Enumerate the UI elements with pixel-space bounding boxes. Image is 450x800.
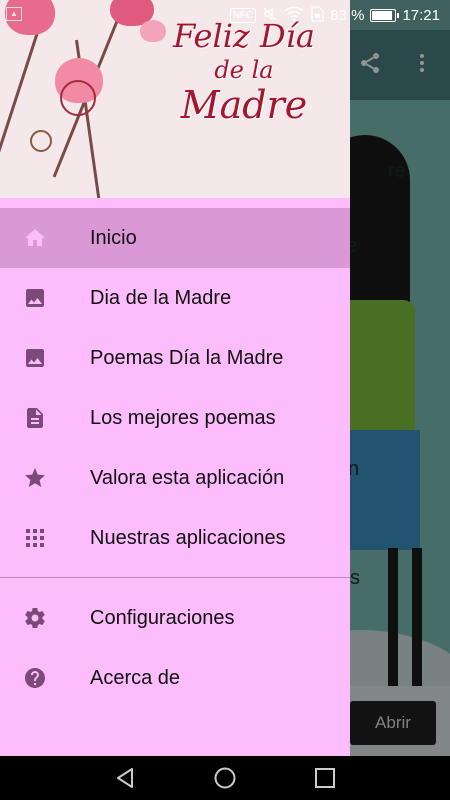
header-title: Feliz Día de la Madre bbox=[164, 20, 324, 124]
image-icon bbox=[22, 345, 48, 371]
recents-icon[interactable] bbox=[313, 766, 337, 790]
star-icon bbox=[22, 465, 48, 491]
menu-item-valora-esta-aplicacion[interactable]: Valora esta aplicación bbox=[0, 448, 350, 508]
menu-item-label: Configuraciones bbox=[90, 607, 235, 629]
apps-grid-icon bbox=[22, 525, 48, 551]
menu-item-dia-de-la-madre[interactable]: Dia de la Madre bbox=[0, 268, 350, 328]
image-icon bbox=[22, 285, 48, 311]
menu-item-nuestras-aplicaciones[interactable]: Nuestras aplicaciones bbox=[0, 508, 350, 568]
drawer-menu: Inicio Dia de la Madre Poemas Día la Mad… bbox=[0, 208, 350, 708]
header-title-line: de la bbox=[214, 56, 274, 84]
menu-item-label: Dia de la Madre bbox=[90, 287, 232, 309]
menu-item-label: Valora esta aplicación bbox=[90, 467, 285, 489]
flower-stem bbox=[0, 19, 43, 192]
menu-item-configuraciones[interactable]: Configuraciones bbox=[0, 588, 350, 648]
notification-image-icon: ▲ bbox=[6, 7, 22, 21]
home-icon bbox=[22, 225, 48, 251]
status-icons: NFC 83 % 17:21 bbox=[229, 0, 440, 30]
home-nav-icon[interactable] bbox=[213, 766, 237, 790]
menu-item-label: Los mejores poemas bbox=[90, 407, 276, 429]
status-bar: ▲ NFC 83 % 17:21 bbox=[0, 0, 450, 30]
menu-item-label: Nuestras aplicaciones bbox=[90, 527, 286, 549]
gear-icon bbox=[22, 605, 48, 631]
menu-item-label: Acerca de bbox=[90, 667, 181, 689]
header-title-line: Madre bbox=[180, 83, 308, 127]
menu-item-acerca-de[interactable]: Acerca de bbox=[0, 648, 350, 708]
swirl-decoration bbox=[60, 80, 96, 116]
menu-item-inicio[interactable]: Inicio bbox=[0, 208, 350, 268]
swirl-decoration bbox=[30, 130, 52, 152]
menu-item-los-mejores-poemas[interactable]: Los mejores poemas bbox=[0, 388, 350, 448]
sim-icon bbox=[310, 5, 324, 25]
mute-icon bbox=[262, 6, 278, 25]
document-icon bbox=[22, 405, 48, 431]
wifi-icon bbox=[284, 6, 304, 25]
help-icon bbox=[22, 665, 48, 691]
menu-item-label: Inicio bbox=[90, 227, 137, 249]
clock: 17:21 bbox=[402, 6, 440, 24]
menu-item-label: Poemas Día la Madre bbox=[90, 347, 284, 369]
menu-item-poemas-dia-la-madre[interactable]: Poemas Día la Madre bbox=[0, 328, 350, 388]
nfc-icon: NFC bbox=[229, 7, 257, 23]
menu-divider bbox=[0, 577, 350, 578]
navigation-drawer: Feliz Día de la Madre Inicio Dia de la M… bbox=[0, 0, 350, 756]
battery-icon bbox=[370, 8, 400, 22]
back-icon[interactable] bbox=[113, 766, 137, 790]
battery-percent: 83 % bbox=[330, 6, 365, 24]
system-navigation-bar bbox=[0, 756, 450, 800]
